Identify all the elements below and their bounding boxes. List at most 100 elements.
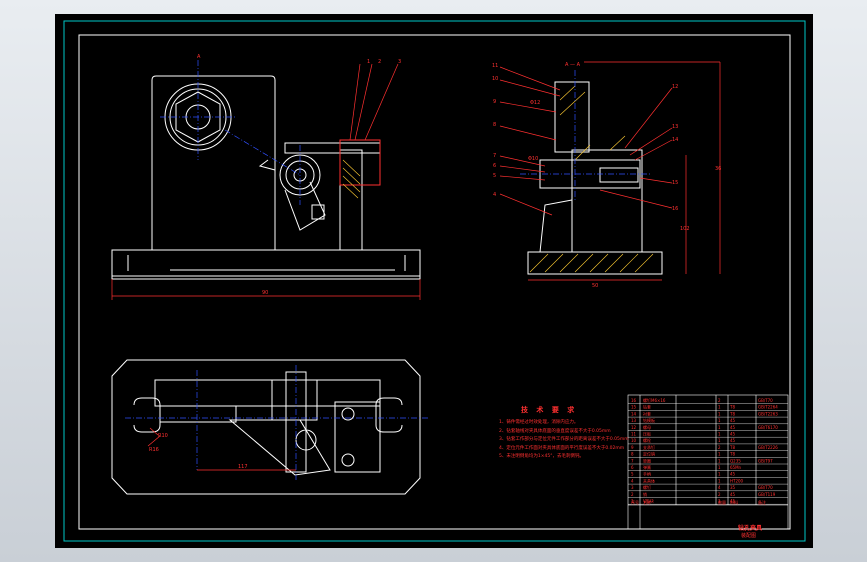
parts-cell: 衬套: [643, 410, 651, 416]
balloon-6: 6: [493, 163, 496, 169]
parts-cell: 手柄: [643, 471, 651, 477]
top-view: [111, 359, 421, 495]
parts-header-cell: 名称: [643, 499, 651, 505]
parts-cell: GB/T2263: [758, 411, 778, 416]
balloon-1: 1: [367, 59, 370, 65]
parts-cell: T8: [729, 452, 735, 457]
parts-header-cell: 材料: [730, 499, 738, 505]
parts-cell: 1: [718, 425, 721, 430]
front-annotations: [111, 63, 421, 300]
parts-cell: 45: [730, 472, 736, 477]
title-block-sub: 装配图: [741, 533, 757, 539]
parts-cell: 螺钉: [643, 484, 651, 490]
parts-cell: 65Mn: [730, 465, 742, 470]
parts-cell: 1: [718, 478, 721, 483]
parts-cell: 夹具体: [643, 477, 655, 483]
parts-cell: 螺钉M6×16: [643, 397, 666, 403]
parts-cell: 4: [631, 478, 634, 483]
parts-cell: 2: [718, 492, 721, 497]
parts-cell: 4: [718, 485, 721, 490]
dim-front-width: 90: [262, 290, 268, 296]
tech-note: 5、未注明倒角均为1×45°，去毛刺倒钝。: [499, 454, 584, 460]
balloon-7: 7: [493, 153, 496, 159]
front-view: [111, 75, 421, 280]
front-a-label: A: [197, 54, 201, 60]
outer-frame: [63, 20, 806, 542]
parts-cell: GB/T6170: [758, 425, 778, 430]
balloon-3: 3: [398, 59, 401, 65]
parts-cell: T8: [729, 405, 735, 410]
parts-cell: T8: [729, 445, 735, 450]
parts-cell: 钻套: [643, 404, 651, 410]
tech-note: 3、钻套工作部分与定位元件工作部分的距离误差不大于0.05mm: [499, 437, 629, 443]
parts-cell: 3: [631, 485, 634, 490]
balloon-14: 14: [672, 137, 678, 143]
balloon-4: 4: [493, 192, 496, 198]
parts-cell: GB/T70: [758, 485, 773, 490]
dim-phi-1: Φ12: [530, 100, 540, 106]
balloon-13: 13: [672, 124, 678, 130]
parts-cell: 6: [631, 465, 634, 470]
balloon-16: 16: [672, 206, 678, 212]
side-annotations: [499, 61, 721, 281]
tech-requirements-notes: 1、铸件需经过时效处理，消除内应力。 2、钻套轴线对夹具体底面的垂直度误差不大于…: [499, 419, 689, 462]
dim-side-width: 50: [592, 283, 598, 289]
dim-phi-2: Φ10: [528, 156, 538, 162]
parts-cell: 15: [631, 405, 637, 410]
balloon-5: 5: [493, 173, 496, 179]
dim-bottom-len: 117: [238, 464, 248, 470]
parts-cell: 5: [631, 472, 634, 477]
parts-cell: 1: [718, 432, 721, 437]
parts-cell: GB/T2264: [758, 405, 778, 410]
parts-cell: 1: [718, 465, 721, 470]
parts-cell: 45: [730, 425, 736, 430]
parts-cell: 1: [718, 472, 721, 477]
balloon-8: 8: [493, 122, 496, 128]
title-block-name: 钻孔夹具: [738, 525, 763, 532]
parts-cell: 14: [631, 411, 637, 416]
parts-cell: HT200: [730, 478, 744, 483]
balloon-2: 2: [378, 59, 381, 65]
dim-r16: R16: [149, 447, 159, 453]
cad-drawing[interactable]: 1 2 3 90 A A — A 11 10 9 8 7 6 5 4 12 13…: [55, 14, 813, 548]
tech-note: 4、定位元件工作面对夹具体底面的平行度误差不大于0.02mm: [499, 445, 625, 451]
parts-cell: 1: [718, 405, 721, 410]
parts-cell: 弹簧: [643, 464, 651, 470]
parts-cell: 45: [730, 418, 736, 423]
parts-header-cell: 数量: [718, 499, 726, 505]
parts-header-cell: 备注: [758, 499, 766, 505]
parts-cell: 2: [718, 398, 721, 403]
parts-cell: 2: [718, 445, 721, 450]
parts-cell: 45: [730, 492, 736, 497]
balloon-9: 9: [493, 99, 496, 105]
dim-r10: R10: [158, 433, 168, 439]
parts-cell: 1: [718, 411, 721, 416]
parts-cell: 1: [718, 418, 721, 423]
section-label: A — A: [565, 62, 581, 68]
dim-side-h2: 102: [680, 226, 690, 232]
parts-cell: 45: [730, 432, 736, 437]
balloon-15: 15: [672, 180, 678, 186]
parts-header-cell: 序号: [631, 499, 639, 505]
front-hatch: [342, 159, 361, 199]
parts-cell: 1: [718, 458, 721, 463]
balloon-11: 11: [492, 63, 498, 69]
top-annotations: [147, 427, 296, 471]
parts-cell: GB/T70: [758, 398, 773, 403]
tech-requirements-title: 技 术 要 求: [521, 406, 578, 414]
parts-cell: Q235: [730, 458, 741, 463]
balloon-12: 12: [672, 84, 678, 90]
parts-cell: 1: [718, 438, 721, 443]
parts-cell: GB/T119: [758, 492, 776, 497]
parts-cell: 16: [631, 398, 637, 403]
parts-cell: GB/T2226: [758, 445, 778, 450]
parts-cell: T8: [729, 411, 735, 416]
parts-cell: 35: [730, 485, 736, 490]
parts-cell: 销: [643, 491, 647, 497]
parts-cell: GB/T97: [758, 458, 773, 463]
tech-note: 1、铸件需经过时效处理，消除内应力。: [499, 420, 579, 425]
side-hatch: [529, 85, 654, 273]
dim-side-h1: 36: [715, 166, 721, 172]
drawing-canvas[interactable]: 1 2 3 90 A A — A 11 10 9 8 7 6 5 4 12 13…: [55, 14, 813, 548]
balloon-10: 10: [492, 76, 498, 82]
